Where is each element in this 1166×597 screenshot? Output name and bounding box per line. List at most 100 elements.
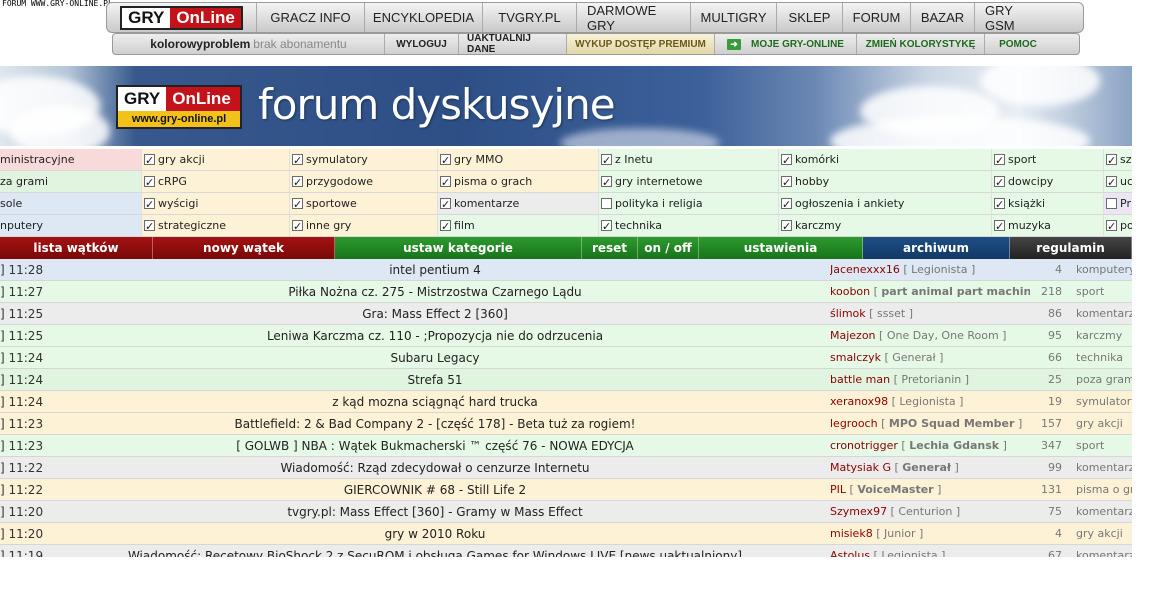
topic-row[interactable]: ] 11:27 Piłka Nożna cz. 275 - Mistrzostwa… — [0, 281, 1132, 303]
topic-subject-link[interactable]: GIERCOWNIK # 68 - Still Life 2 — [40, 479, 830, 501]
topic-row[interactable]: ] 11:28 intel pentium 4 Jacenexxx16 [ Legi… — [0, 259, 1132, 281]
author-name-link[interactable]: misiek8 — [830, 527, 873, 540]
topic-category[interactable]: gry akcji — [1076, 523, 1132, 545]
topic-subject-link[interactable]: [ GOLWB ] NBA : Wątek Bukmacherski ™ czę… — [40, 435, 830, 457]
category-item[interactable]: nputery — [0, 215, 142, 237]
banner-logo[interactable]: GRY OnLine www.gry-online.pl — [116, 85, 242, 129]
category-checkbox[interactable] — [292, 194, 303, 214]
author-name-link[interactable]: xeranox98 — [830, 395, 888, 408]
nav-gracz-info[interactable]: GRACZ INFO — [257, 3, 365, 32]
topic-row[interactable]: ] 11:25 Leniwa Karczma cz. 110 - ;Propozy… — [0, 325, 1132, 347]
category-checkbox[interactable] — [1106, 198, 1117, 209]
category-checkbox[interactable] — [1106, 172, 1117, 192]
topic-subject-link[interactable]: Strefa 51 — [40, 369, 830, 391]
category-checkbox[interactable] — [994, 194, 1005, 214]
topic-subject-link[interactable]: z kąd mozna sciągnąć hard trucka — [40, 391, 830, 413]
rules-button[interactable]: regulamin — [1010, 237, 1132, 259]
gry-online-logo[interactable]: GRY OnLine — [120, 5, 243, 30]
author-name-link[interactable]: Szymex97 — [830, 505, 887, 518]
category-checkbox[interactable] — [440, 150, 451, 170]
topic-category[interactable]: technika — [1076, 347, 1132, 369]
topic-row[interactable]: ] 11:23 Battlefield: 2 & Bad Company 2 - … — [0, 413, 1132, 435]
topic-subject-link[interactable]: Battlefield: 2 & Bad Company 2 - [część … — [40, 413, 830, 435]
topic-subject-link[interactable]: Leniwa Karczma cz. 110 - ;Propozycja nie… — [40, 325, 830, 347]
topic-subject-link[interactable]: Wiadomość: Recetowy BioShock 2 z SecuROM… — [40, 545, 830, 557]
author-name-link[interactable]: koobon — [830, 285, 870, 298]
author-name-link[interactable]: Majezon — [830, 329, 876, 342]
category-checkbox[interactable] — [1106, 150, 1117, 170]
topic-row[interactable]: ] 11:22 GIERCOWNIK # 68 - Still Life 2 PIL… — [0, 479, 1132, 501]
category-checkbox[interactable] — [440, 216, 451, 236]
topic-category[interactable]: poza grami — [1076, 369, 1132, 391]
thread-list-button[interactable]: lista wątków — [0, 237, 153, 259]
username[interactable]: kolorowyproblem — [150, 37, 250, 51]
topic-category[interactable]: pisma o gra — [1076, 479, 1132, 501]
author-name-link[interactable]: Matysiak G — [830, 461, 891, 474]
author-name-link[interactable]: PIL — [830, 483, 846, 496]
nav-forum[interactable]: FORUM — [843, 3, 911, 32]
category-checkbox[interactable] — [781, 216, 792, 236]
site-logo-nav[interactable]: GRY OnLine — [107, 3, 257, 32]
category-checkbox[interactable] — [601, 150, 612, 170]
category-checkbox[interactable] — [781, 172, 792, 192]
nav-tvgry[interactable]: TVGRY.PL — [483, 3, 577, 32]
author-name-link[interactable]: Jacenexxx16 — [830, 263, 900, 276]
category-checkbox[interactable] — [601, 172, 612, 192]
author-name-link[interactable]: ślimok — [830, 307, 866, 320]
author-name-link[interactable]: smalczyk — [830, 351, 881, 364]
topic-subject-link[interactable]: Gra: Mass Effect 2 [360] — [40, 303, 830, 325]
category-checkbox[interactable] — [601, 216, 612, 236]
nav-darmowe-gry[interactable]: DARMOWE GRY — [577, 3, 691, 33]
topic-row[interactable]: ] 11:20 gry w 2010 Roku misiek8 [ Junior ]… — [0, 523, 1132, 545]
category-item[interactable]: sole — [0, 193, 142, 215]
topic-row[interactable]: ] 11:24 Subaru Legacy smalczyk [ Generał ]… — [0, 347, 1132, 369]
topic-category[interactable]: karczmy — [1076, 325, 1132, 347]
category-checkbox[interactable] — [781, 194, 792, 214]
my-gry-online-button[interactable]: ➜ MOJE GRY-ONLINE — [715, 34, 857, 54]
category-checkbox[interactable] — [292, 150, 303, 170]
nav-multigry[interactable]: MULTIGRY — [691, 3, 777, 32]
new-thread-button[interactable]: nowy wątek — [153, 237, 335, 259]
reset-button[interactable]: reset — [582, 237, 638, 259]
category-checkbox[interactable] — [144, 172, 155, 192]
topic-category[interactable]: komentarze — [1076, 501, 1132, 523]
topic-category[interactable]: symulatory — [1076, 391, 1132, 413]
category-checkbox[interactable] — [292, 216, 303, 236]
help-button[interactable]: POMOC — [985, 34, 1051, 54]
author-name-link[interactable]: cronotrigger — [830, 439, 898, 452]
change-colors-button[interactable]: ZMIEŃ KOLORYSTYKĘ — [857, 34, 985, 54]
author-name-link[interactable]: battle man — [830, 373, 890, 386]
topic-category[interactable]: komputery — [1076, 259, 1132, 281]
category-checkbox[interactable] — [1106, 216, 1117, 236]
category-checkbox[interactable] — [144, 150, 155, 170]
topic-row[interactable]: ] 11:19 Wiadomość: Recetowy BioShock 2 z … — [0, 545, 1132, 557]
premium-button[interactable]: WYKUP DOSTĘP PREMIUM — [567, 34, 715, 54]
category-checkbox[interactable] — [292, 172, 303, 192]
nav-gry-gsm[interactable]: GRY GSM — [975, 3, 1055, 33]
topic-row[interactable]: ] 11:23[ GOLWB ] NBA : Wątek Bukmachersk… — [0, 435, 1132, 457]
category-item[interactable]: za grami — [0, 171, 142, 193]
nav-bazar[interactable]: BAZAR — [911, 3, 975, 32]
topic-category[interactable]: sport — [1076, 435, 1132, 457]
nav-encyklopedia[interactable]: ENCYKLOPEDIA — [365, 3, 483, 32]
category-checkbox[interactable] — [994, 216, 1005, 236]
settings-button[interactable]: ustawienia — [699, 237, 863, 259]
category-checkbox[interactable] — [440, 172, 451, 192]
category-checkbox[interactable] — [144, 216, 155, 236]
category-checkbox[interactable] — [994, 150, 1005, 170]
topic-category[interactable]: komentarze — [1076, 303, 1132, 325]
topic-subject-link[interactable]: Subaru Legacy — [40, 347, 830, 369]
author-name-link[interactable]: legrooch — [830, 417, 878, 430]
set-categories-button[interactable]: ustaw kategorie — [335, 237, 582, 259]
archive-button[interactable]: archiwum — [863, 237, 1010, 259]
category-item[interactable]: ministracyjne — [0, 149, 142, 171]
category-checkbox[interactable] — [144, 194, 155, 214]
topic-subject-link[interactable]: intel pentium 4 — [40, 259, 830, 281]
topic-row[interactable]: ] 11:24 Strefa 51 battle man [ Pretorianin… — [0, 369, 1132, 391]
topic-subject-link[interactable]: gry w 2010 Roku — [40, 523, 830, 545]
topic-subject-link[interactable]: tvgry.pl: Mass Effect [360] - Gramy w Ma… — [40, 501, 830, 523]
topic-row[interactable]: ] 11:24 z kąd mozna sciągnąć hard trucka x… — [0, 391, 1132, 413]
category-checkbox[interactable] — [781, 150, 792, 170]
category-checkbox[interactable] — [994, 172, 1005, 192]
topic-subject-link[interactable]: Piłka Nożna cz. 275 - Mistrzostwa Czarne… — [40, 281, 830, 303]
